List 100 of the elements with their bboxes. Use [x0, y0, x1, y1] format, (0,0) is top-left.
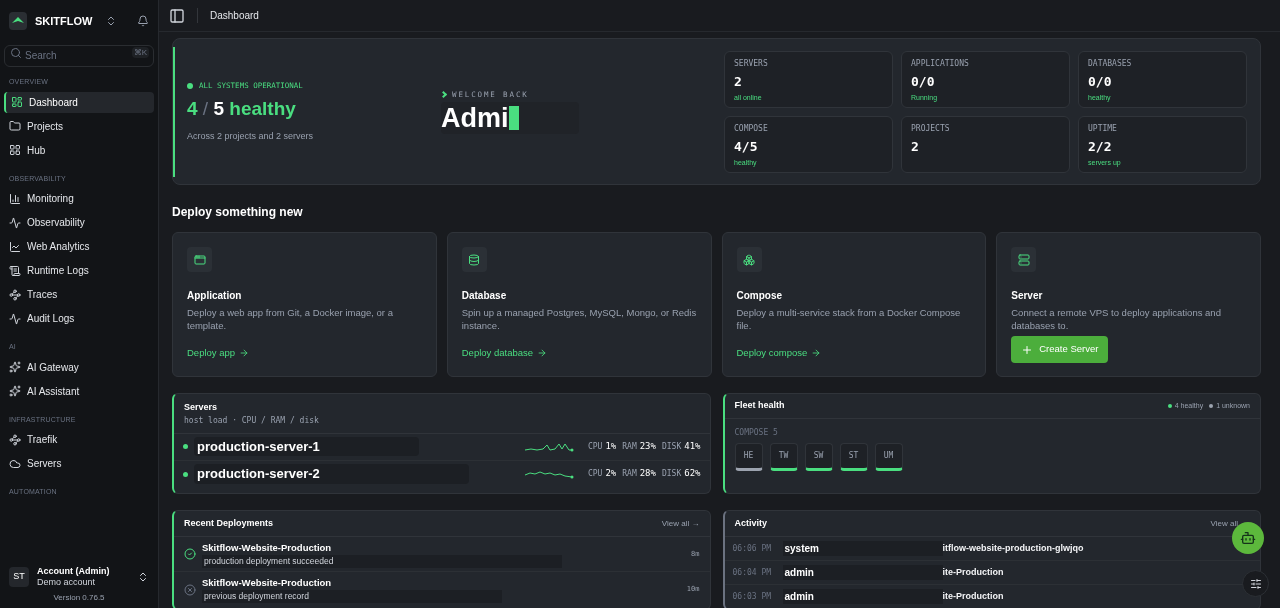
nav-item[interactable]: Web Analytics — [4, 236, 154, 257]
card-title: Compose — [736, 289, 784, 303]
nav-item[interactable]: Traces — [4, 284, 154, 305]
deploy-link[interactable]: Deploy compose — [736, 345, 972, 360]
nav-icon — [9, 385, 21, 397]
stat-label: UPTIME — [1088, 122, 1118, 135]
card-icon — [743, 253, 755, 266]
account-menu-icon[interactable] — [137, 570, 149, 583]
metric-label: DISK — [661, 440, 682, 453]
search-icon — [10, 47, 22, 59]
service-tile[interactable]: TW — [769, 443, 798, 471]
nav-item[interactable]: Observability — [4, 212, 154, 233]
bot-icon — [1240, 530, 1256, 546]
metric-label: RAM — [622, 468, 637, 480]
group-label: COMPOSE 5 — [733, 427, 779, 439]
plus-icon — [1021, 343, 1034, 356]
nav-item[interactable]: Traefik — [4, 429, 154, 450]
card-heading: Recent Deployments — [184, 516, 274, 530]
brand-name: SKITFLOW — [35, 13, 93, 29]
stat-value: 4/5 — [734, 137, 759, 156]
server-name[interactable]: production-server-1 — [194, 436, 419, 457]
load-sparkline — [524, 468, 574, 480]
activity-target: itflow-website-production-glwjqo — [942, 541, 1084, 555]
metric-value: 62% — [684, 467, 701, 481]
service-tile[interactable]: UM — [874, 443, 903, 471]
card-icon — [468, 253, 481, 266]
card-icon — [1017, 253, 1030, 266]
notifications-icon[interactable] — [137, 15, 149, 27]
activity-actor: system — [782, 541, 943, 556]
nav-item[interactable]: Servers — [4, 453, 154, 474]
deployment-message: production deployment succeeded — [202, 554, 562, 568]
sidebar-toggle-icon[interactable] — [169, 7, 185, 24]
activity-actor: admin — [782, 589, 943, 604]
card-description: Spin up a managed Postgres, MySQL, Mongo, or Redis instance. — [461, 306, 697, 332]
arrow-right-icon — [239, 347, 250, 358]
nav-item[interactable]: Hub — [4, 139, 154, 161]
view-all-link[interactable]: View all → — [661, 517, 700, 530]
metric-label: DISK — [661, 468, 682, 480]
deploy-link[interactable]: Deploy database — [461, 345, 697, 360]
nav-icon — [9, 216, 21, 229]
account-subtitle: Demo account — [37, 576, 97, 588]
activity-time: 06:03 PM — [732, 590, 773, 603]
nav-item[interactable]: Runtime Logs — [4, 260, 154, 281]
cursor-icon — [508, 106, 519, 131]
health-subtitle: Across 2 projects and 2 servers — [187, 129, 315, 143]
service-tile[interactable]: SW — [804, 443, 833, 471]
account-name: Account (Admin) — [37, 565, 110, 577]
nav-item[interactable]: Dashboard — [4, 91, 154, 113]
deploy-link[interactable]: Deploy app — [187, 345, 422, 360]
nav-icon — [9, 361, 21, 373]
nav-icon — [9, 120, 21, 132]
stat-label: COMPOSE — [734, 122, 769, 135]
health-summary: 4 / 5 healthy — [187, 97, 297, 122]
arrow-right-icon — [811, 347, 822, 358]
metric-value: 1% — [605, 439, 617, 453]
activity-target: ite-Production — [942, 589, 1004, 603]
card-title: Server — [1011, 289, 1044, 303]
activity-actor: admin — [782, 565, 943, 580]
stat-label: SERVERS — [734, 57, 769, 70]
deployment-name: Skitflow-Website-Production — [202, 576, 333, 590]
stat-value: 2 — [734, 72, 743, 91]
card-title: Database — [461, 289, 508, 303]
card-heading: Servers — [184, 401, 219, 414]
service-tile[interactable]: HE — [734, 443, 763, 471]
card-description: Connect a remote VPS to deploy applications and databases to. — [1011, 306, 1222, 332]
metric-value: 2% — [605, 467, 617, 481]
shortcut-hint: ⌘K — [131, 47, 149, 58]
service-tile[interactable]: ST — [839, 443, 868, 471]
nav-icon — [9, 433, 21, 446]
deployment-name: Skitflow-Website-Production — [202, 540, 333, 555]
deployment-message: previous deployment record — [202, 590, 502, 603]
logo-icon — [9, 12, 27, 30]
view-all-link[interactable]: View all — [1210, 517, 1238, 530]
nav-icon — [9, 192, 21, 205]
activity-time: 06:04 PM — [732, 566, 773, 579]
card-heading: Fleet health — [734, 399, 785, 413]
metric-label: CPU — [587, 440, 603, 453]
server-name[interactable]: production-server-2 — [194, 464, 469, 484]
nav-item[interactable]: AI Assistant — [4, 380, 154, 402]
nav-icon — [9, 312, 21, 325]
stat-value: 0/0 — [911, 72, 936, 91]
nav-item[interactable]: Monitoring — [4, 188, 154, 209]
nav-item[interactable]: Audit Logs — [4, 308, 154, 329]
stat-value: 2/2 — [1088, 137, 1113, 156]
nav-icon — [9, 240, 21, 253]
card-heading: Activity — [734, 516, 767, 530]
avatar: ST — [9, 566, 29, 587]
nav-icon — [11, 96, 23, 108]
version-label: Version 0.76.5 — [52, 592, 106, 604]
check-circle-icon — [184, 548, 196, 560]
nav-item[interactable]: Projects — [4, 115, 154, 137]
welcome-name: Admi — [441, 101, 509, 135]
stat-label: PROJECTS — [911, 122, 951, 135]
switcher-icon[interactable] — [105, 15, 117, 27]
metric-label: CPU — [587, 468, 603, 480]
nav-icon — [9, 457, 21, 470]
sliders-icon — [1249, 577, 1262, 590]
nav-item[interactable]: AI Gateway — [4, 356, 154, 378]
card-icon — [193, 253, 206, 266]
metric-value: 28% — [639, 467, 656, 481]
